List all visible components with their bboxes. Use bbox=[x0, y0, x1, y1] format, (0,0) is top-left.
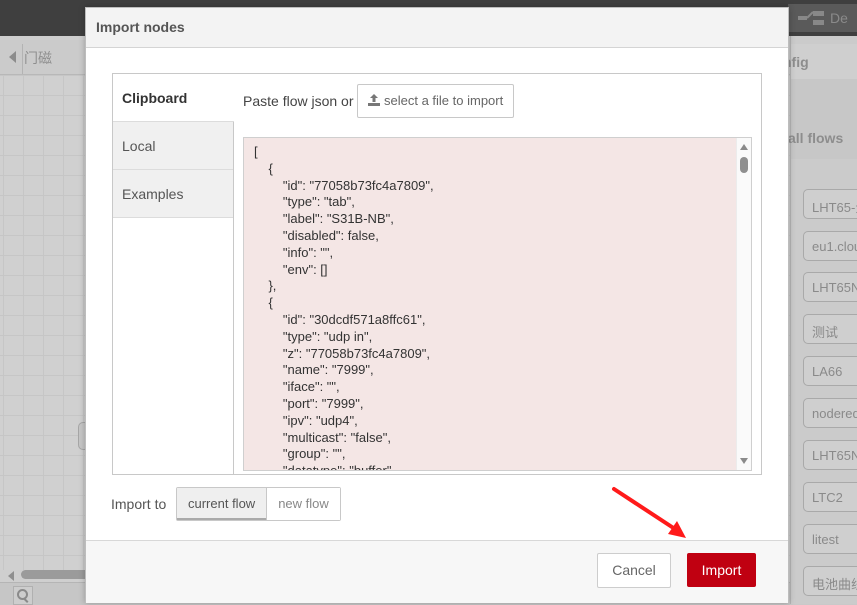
search-icon bbox=[17, 589, 28, 600]
select-file-label: select a file to import bbox=[384, 93, 504, 108]
flow-item-label: litest bbox=[812, 532, 839, 547]
scroll-thumb[interactable] bbox=[21, 570, 91, 579]
scroll-up-arrow-icon[interactable] bbox=[740, 144, 748, 150]
sidebar-flow-item[interactable]: LTC2 bbox=[803, 482, 857, 512]
code-line: }, bbox=[254, 278, 277, 294]
sidebar-section-label: all flows bbox=[788, 130, 844, 146]
sidebar: nfig all flows LHT65-元 eu1.clou LHT65N 测… bbox=[783, 36, 857, 604]
sidebar-flow-item[interactable]: litest bbox=[803, 524, 857, 554]
import-panel: Clipboard Local Examples Paste flow json… bbox=[112, 73, 762, 475]
code-line: "iface": "", bbox=[254, 379, 340, 395]
flow-item-label: nodered bbox=[812, 406, 857, 421]
tab-local[interactable]: Local bbox=[113, 122, 233, 170]
code-line: [ bbox=[254, 144, 258, 159]
sidebar-flow-item[interactable]: LHT65N bbox=[803, 272, 857, 302]
dialog-title: Import nodes bbox=[96, 19, 185, 35]
scroll-left-arrow-icon[interactable] bbox=[8, 571, 14, 581]
tab-clipboard[interactable]: Clipboard bbox=[113, 74, 234, 122]
new-flow-option[interactable]: new flow bbox=[267, 488, 340, 520]
code-line: { bbox=[254, 160, 273, 176]
scroll-thumb[interactable] bbox=[740, 157, 748, 173]
flow-item-label: LHT65-元 bbox=[812, 200, 857, 215]
code-line: "multicast": "false", bbox=[254, 429, 391, 445]
cancel-button[interactable]: Cancel bbox=[597, 553, 671, 588]
search-icon-handle bbox=[23, 598, 29, 603]
select-file-button[interactable]: select a file to import bbox=[357, 84, 514, 118]
paste-label: Paste flow json or bbox=[243, 93, 354, 109]
code-line: "z": "77058b73fc4a7809", bbox=[254, 345, 431, 361]
code-line: "port": "7999", bbox=[254, 395, 364, 411]
flow-tab[interactable]: 门磁 bbox=[24, 48, 52, 68]
sidebar-flow-item[interactable]: 测试 bbox=[803, 314, 857, 344]
dialog-footer: Cancel Import bbox=[86, 540, 788, 603]
code-line: "group": "", bbox=[254, 446, 346, 462]
flow-item-label: LHT65N bbox=[812, 280, 857, 295]
editor-scrollbar[interactable] bbox=[736, 138, 751, 470]
deploy-icon bbox=[798, 11, 824, 25]
tab-label: Examples bbox=[122, 186, 184, 202]
code-line: "id": "30dcdf571a8ffc61", bbox=[254, 311, 426, 327]
code-line: "info": "", bbox=[254, 244, 334, 260]
code-line: "datatype": "buffer", bbox=[254, 463, 396, 471]
search-button[interactable] bbox=[13, 586, 33, 605]
scroll-down-arrow-icon[interactable] bbox=[740, 458, 748, 464]
code-line: "type": "udp in", bbox=[254, 328, 373, 344]
sidebar-flow-item[interactable]: eu1.clou bbox=[803, 231, 857, 261]
upload-icon bbox=[368, 94, 380, 106]
import-nodes-dialog: Import nodes Clipboard Local Examples Pa… bbox=[85, 7, 789, 603]
deploy-label: De bbox=[830, 10, 848, 26]
current-flow-option[interactable]: current flow bbox=[177, 488, 268, 520]
flow-item-label: LHT65N bbox=[812, 448, 857, 463]
sidebar-flow-item[interactable]: 电池曲线 bbox=[803, 566, 857, 596]
code-line: "type": "tab", bbox=[254, 194, 355, 210]
flow-json-textarea[interactable]: [ { "id": "77058b73fc4a7809", "type": "t… bbox=[243, 137, 752, 471]
flow-item-label: LTC2 bbox=[812, 490, 843, 505]
flow-item-label: LA66 bbox=[812, 364, 843, 379]
sidebar-flow-item[interactable]: LA66 bbox=[803, 356, 857, 386]
tab-label: Clipboard bbox=[122, 90, 188, 106]
import-button[interactable]: Import bbox=[687, 553, 756, 587]
deploy-button[interactable]: De bbox=[788, 4, 857, 32]
sidebar-section-all-flows[interactable]: all flows bbox=[788, 119, 857, 159]
code-line: "disabled": false, bbox=[254, 227, 379, 243]
sidebar-flow-item[interactable]: LHT65-元 bbox=[803, 189, 857, 219]
tab-scroll-left-button[interactable] bbox=[2, 44, 23, 74]
import-target-toggle: current flow new flow bbox=[176, 487, 341, 521]
flow-item-label: 电池曲线 bbox=[812, 577, 857, 592]
code-line: "ipv": "udp4", bbox=[254, 412, 358, 428]
import-to-label: Import to bbox=[111, 496, 167, 512]
sidebar-flow-item[interactable]: nodered bbox=[803, 398, 857, 428]
flow-item-label: eu1.clou bbox=[812, 239, 857, 254]
code-line: "label": "S31B-NB", bbox=[254, 211, 394, 227]
tab-label: Local bbox=[122, 138, 156, 154]
dialog-titlebar: Import nodes bbox=[86, 8, 788, 48]
flow-json-content: [ { "id": "77058b73fc4a7809", "type": "t… bbox=[254, 144, 434, 471]
code-line: "name": "7999", bbox=[254, 362, 374, 378]
code-line: { bbox=[254, 295, 273, 311]
sidebar-flow-item[interactable]: LHT65N bbox=[803, 440, 857, 470]
sidebar-header: nfig bbox=[783, 44, 857, 79]
tab-examples[interactable]: Examples bbox=[113, 170, 233, 218]
code-line: "env": [] bbox=[254, 261, 328, 277]
flow-item-label: 测试 bbox=[812, 325, 839, 340]
import-source-tabs: Clipboard Local Examples bbox=[113, 74, 234, 474]
code-line: "id": "77058b73fc4a7809", bbox=[254, 177, 434, 193]
